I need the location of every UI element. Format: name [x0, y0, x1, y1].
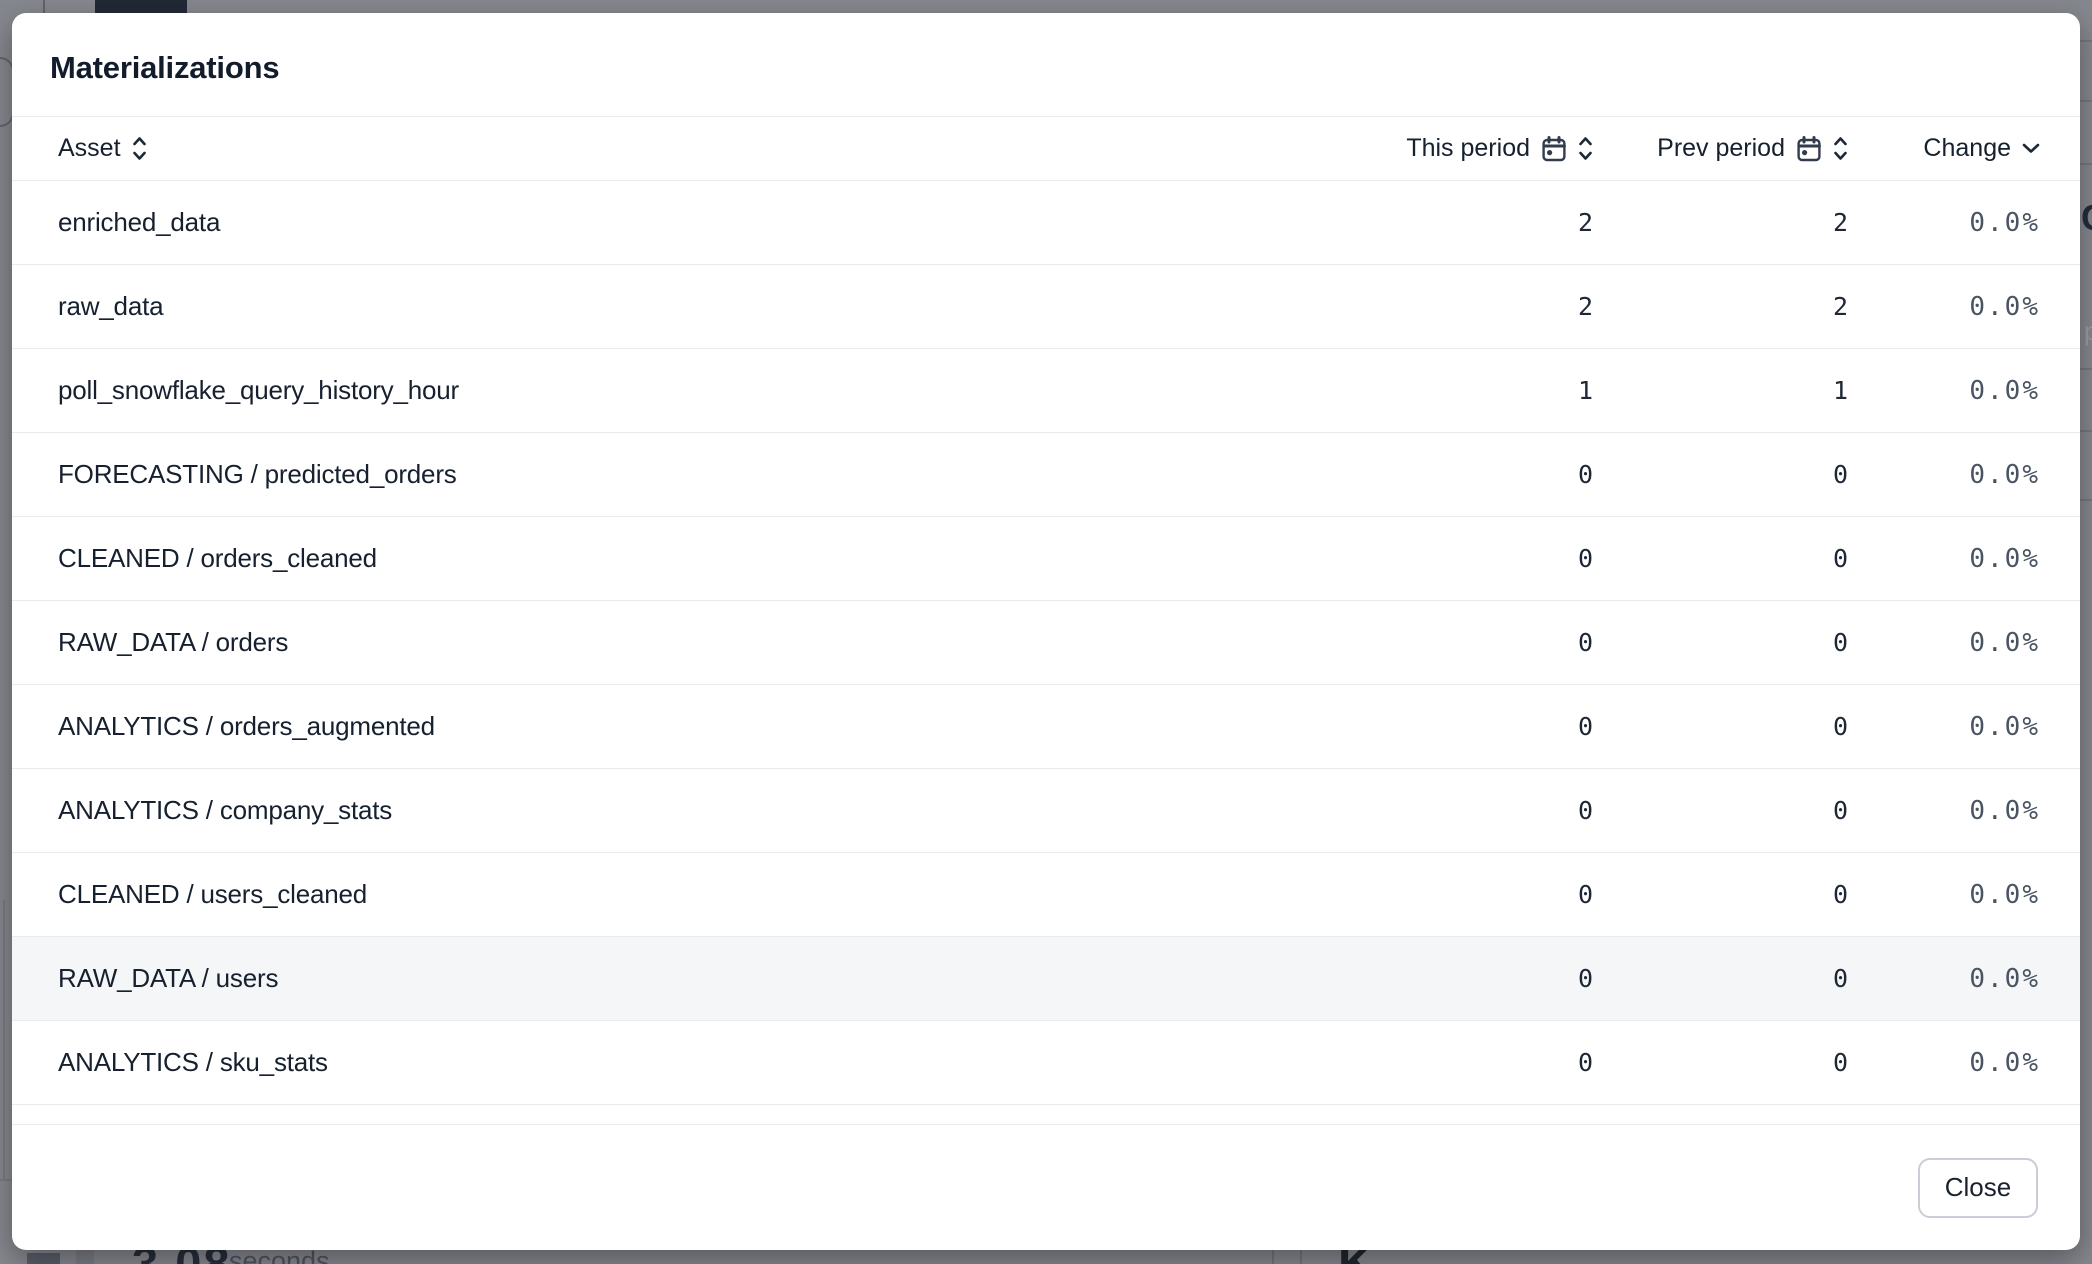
table-row[interactable]: FORECASTING / predicted_orders 0 0 0.0% — [12, 433, 2080, 517]
asset-name-cell: ANALYTICS / company_stats — [58, 795, 1373, 826]
backdrop-row-line — [2080, 430, 2092, 432]
asset-name-cell: CLEANED / users_cleaned — [58, 879, 1373, 910]
table-row[interactable]: RAW_DATA / users 0 0 0.0% — [12, 937, 2080, 1021]
change-cell: 0.0% — [1848, 460, 2040, 490]
prev-period-cell: 0 — [1593, 544, 1848, 573]
asset-name-cell: ANALYTICS / sku_stats — [58, 1047, 1373, 1078]
this-period-cell: 0 — [1373, 544, 1593, 573]
change-cell: 0.0% — [1848, 964, 2040, 994]
backdrop-row-line — [2080, 100, 2092, 102]
this-period-cell: 0 — [1373, 1048, 1593, 1077]
dialog-title: Materializations — [50, 50, 279, 86]
change-cell: 0.0% — [1848, 628, 2040, 658]
asset-name-cell: ANALYTICS / orders_augmented — [58, 711, 1373, 742]
table-row[interactable]: enriched_data 2 2 0.0% — [12, 181, 2080, 265]
sort-arrows-icon — [1578, 135, 1593, 162]
prev-period-cell: 0 — [1593, 712, 1848, 741]
calendar-icon — [1541, 135, 1567, 163]
asset-name-cell: RAW_DATA / orders — [58, 627, 1373, 658]
materializations-dialog: Materializations Asset This period — [12, 13, 2080, 1250]
column-label: Asset — [58, 134, 121, 163]
prev-period-cell: 0 — [1593, 1048, 1848, 1077]
this-period-cell: 0 — [1373, 796, 1593, 825]
backdrop-card-border — [1300, 1250, 1302, 1264]
backdrop-row-line — [2080, 368, 2092, 370]
table-row[interactable]: poll_snowflake_query_history_hour 1 1 0.… — [12, 349, 2080, 433]
backdrop-active-tab-indicator — [95, 0, 187, 13]
column-header-change[interactable]: Change — [1848, 134, 2040, 163]
this-period-cell: 0 — [1373, 460, 1593, 489]
table-row[interactable]: CLEANED / orders_cleaned 0 0 0.0% — [12, 517, 2080, 601]
prev-period-cell: 0 — [1593, 460, 1848, 489]
backdrop-row-line — [2080, 163, 2092, 165]
clipped-table-row — [12, 1105, 2080, 1125]
dialog-footer: Close — [12, 1125, 2080, 1250]
change-cell: 0.0% — [1848, 796, 2040, 826]
this-period-cell: 0 — [1373, 964, 1593, 993]
table-row[interactable]: CLEANED / users_cleaned 0 0 0.0% — [12, 853, 2080, 937]
asset-name-cell: poll_snowflake_query_history_hour — [58, 375, 1373, 406]
this-period-cell: 2 — [1373, 208, 1593, 237]
change-cell: 0.0% — [1848, 376, 2040, 406]
change-cell: 0.0% — [1848, 880, 2040, 910]
column-label: This period — [1406, 134, 1530, 163]
backdrop-text-fragment: p — [2084, 318, 2092, 344]
this-period-cell: 0 — [1373, 628, 1593, 657]
table-header-row: Asset This period — [12, 117, 2080, 181]
table-row[interactable]: raw_data 2 2 0.0% — [12, 265, 2080, 349]
asset-name-cell: raw_data — [58, 291, 1373, 322]
asset-name-cell: enriched_data — [58, 207, 1373, 238]
dialog-titlebar: Materializations — [12, 13, 2080, 117]
screen: C p 3.08 seconds K Materializations Asse… — [0, 0, 2092, 1264]
column-label: Change — [1923, 134, 2011, 163]
backdrop-row-line — [2080, 40, 2092, 42]
table-body: enriched_data 2 2 0.0% raw_data 2 2 0.0%… — [12, 181, 2080, 1105]
this-period-cell: 0 — [1373, 712, 1593, 741]
change-cell: 0.0% — [1848, 544, 2040, 574]
column-header-this-period[interactable]: This period — [1373, 134, 1593, 163]
this-period-cell: 1 — [1373, 376, 1593, 405]
asset-name-cell: FORECASTING / predicted_orders — [58, 459, 1373, 490]
backdrop-row-line — [2080, 499, 2092, 501]
backdrop-metric-unit: seconds — [229, 1248, 330, 1264]
sort-arrows-icon — [132, 135, 147, 162]
prev-period-cell: 0 — [1593, 796, 1848, 825]
backdrop-sidebar-block — [27, 1253, 60, 1264]
asset-name-cell: RAW_DATA / users — [58, 963, 1373, 994]
backdrop-sidebar-block — [76, 1250, 94, 1264]
backdrop-divider — [43, 0, 45, 13]
prev-period-cell: 2 — [1593, 292, 1848, 321]
table-row[interactable]: ANALYTICS / orders_augmented 0 0 0.0% — [12, 685, 2080, 769]
backdrop-panel-border — [0, 1179, 12, 1181]
backdrop-text-fragment: C — [2081, 200, 2092, 236]
sort-arrows-icon — [1833, 135, 1848, 162]
prev-period-cell: 0 — [1593, 628, 1848, 657]
change-cell: 0.0% — [1848, 1048, 2040, 1078]
change-cell: 0.0% — [1848, 712, 2040, 742]
prev-period-cell: 2 — [1593, 208, 1848, 237]
column-header-asset[interactable]: Asset — [58, 134, 1373, 163]
backdrop-panel-border — [3, 900, 5, 1179]
chevron-down-icon — [2022, 143, 2040, 154]
table-row[interactable]: ANALYTICS / sku_stats 0 0 0.0% — [12, 1021, 2080, 1105]
column-header-prev-period[interactable]: Prev period — [1593, 134, 1848, 163]
this-period-cell: 2 — [1373, 292, 1593, 321]
this-period-cell: 0 — [1373, 880, 1593, 909]
asset-name-cell: CLEANED / orders_cleaned — [58, 543, 1373, 574]
table-row[interactable]: ANALYTICS / company_stats 0 0 0.0% — [12, 769, 2080, 853]
table-row[interactable]: RAW_DATA / orders 0 0 0.0% — [12, 601, 2080, 685]
backdrop-card-border — [1272, 1250, 1274, 1264]
change-cell: 0.0% — [1848, 208, 2040, 238]
change-cell: 0.0% — [1848, 292, 2040, 322]
prev-period-cell: 0 — [1593, 964, 1848, 993]
prev-period-cell: 0 — [1593, 880, 1848, 909]
close-button[interactable]: Close — [1918, 1158, 2038, 1218]
prev-period-cell: 1 — [1593, 376, 1848, 405]
column-label: Prev period — [1657, 134, 1785, 163]
calendar-icon — [1796, 135, 1822, 163]
